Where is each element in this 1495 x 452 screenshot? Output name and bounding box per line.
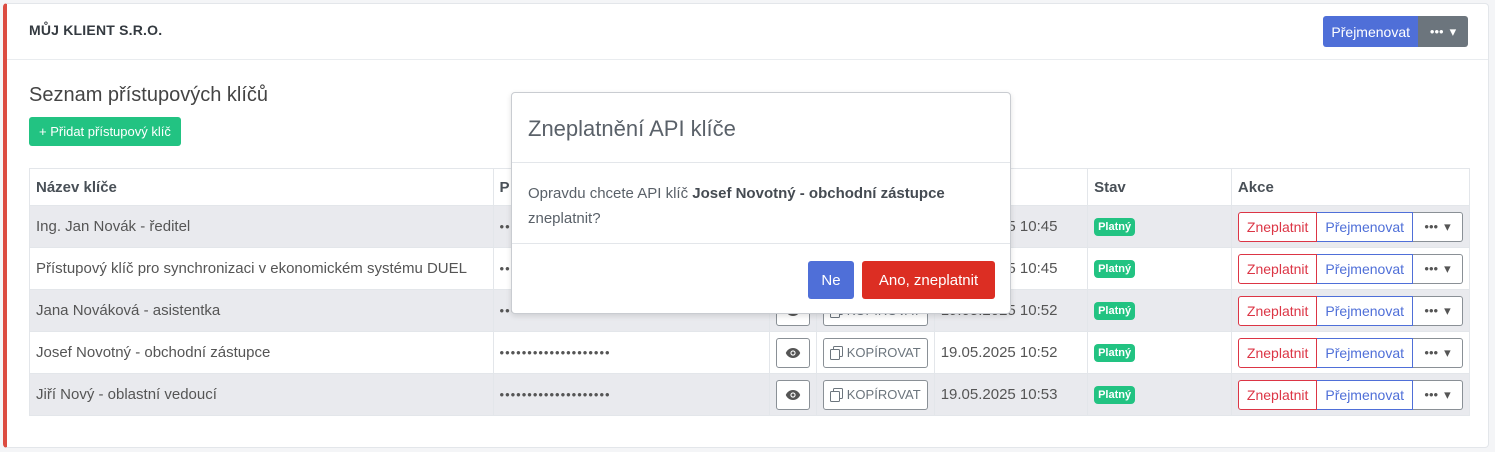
more-actions-button[interactable]: ••• ▾ [1418, 16, 1468, 47]
copy-icon [829, 345, 843, 360]
modal-body-key-name: Josef Novotný - obchodní zástupce [692, 185, 945, 202]
invalidate-button[interactable]: Zneplatnit [1237, 295, 1318, 326]
eye-icon [785, 347, 800, 358]
row-action-group: Zneplatnit Přejmenovat ••• ▾ [1237, 337, 1463, 368]
rename-client-button[interactable]: Přejmenovat [1323, 16, 1418, 47]
status-badge: Platný [1094, 386, 1136, 404]
confirm-invalidate-button[interactable]: Ano, zneplatnit [862, 261, 995, 299]
table-row: Jiří Nový - oblastní vedoucí •••••••••••… [29, 373, 1471, 416]
invalidate-button[interactable]: Zneplatnit [1237, 253, 1318, 284]
more-dots-icon: ••• [1424, 387, 1439, 402]
invalidate-button[interactable]: Zneplatnit [1237, 337, 1318, 368]
rename-button[interactable]: Přejmenovat [1317, 379, 1413, 410]
more-dots-icon: ••• [1424, 303, 1439, 318]
card-header: MŮJ KLIENT S.R.O. Přejmenovat ••• ▾ [7, 4, 1488, 60]
rename-button[interactable]: Přejmenovat [1317, 211, 1413, 242]
key-name: Jiří Nový - oblastní vedoucí [29, 373, 494, 416]
caret-down-icon: ▾ [1444, 302, 1451, 318]
client-name: MŮJ KLIENT S.R.O. [29, 22, 163, 38]
header-state: Stav [1087, 168, 1232, 206]
show-key-button[interactable] [775, 379, 810, 410]
row-action-group: Zneplatnit Přejmenovat ••• ▾ [1237, 379, 1463, 410]
copy-key-button[interactable]: KOPÍROVAT [822, 337, 928, 368]
state-cell: Platný [1087, 247, 1232, 290]
state-cell: Platný [1087, 331, 1232, 374]
cancel-button[interactable]: Ne [808, 261, 854, 299]
rename-button[interactable]: Přejmenovat [1317, 295, 1413, 326]
created-date: 19.05.2025 10:52 [933, 331, 1089, 374]
copy-cell: KOPÍROVAT [815, 373, 935, 416]
row-more-button[interactable]: ••• ▾ [1413, 253, 1463, 284]
invalidate-button[interactable]: Zneplatnit [1237, 379, 1318, 410]
key-masked-value: •••••••••••••••••••• [499, 345, 611, 360]
actions-cell: Zneplatnit Přejmenovat ••• ▾ [1230, 331, 1471, 374]
status-badge: Platný [1094, 260, 1136, 278]
row-action-group: Zneplatnit Přejmenovat ••• ▾ [1237, 295, 1463, 326]
table-row: Josef Novotný - obchodní zástupce ••••••… [29, 331, 1471, 374]
row-more-button[interactable]: ••• ▾ [1413, 337, 1463, 368]
more-dots-icon: ••• [1424, 219, 1439, 234]
created-date: 19.05.2025 10:53 [933, 373, 1089, 416]
key-name: Jana Nováková - asistentka [29, 289, 494, 332]
invalidate-modal: Zneplatnění API klíče Opravdu chcete API… [511, 92, 1011, 314]
add-key-button[interactable]: + Přidat přístupový klíč [29, 117, 181, 146]
header-actions: Akce [1230, 168, 1471, 206]
show-key-button[interactable] [775, 337, 810, 368]
more-dots-icon: ••• [1424, 261, 1439, 276]
key-name: Přístupový klíč pro synchronizaci v ekon… [29, 247, 494, 290]
key-name: Josef Novotný - obchodní zástupce [29, 331, 494, 374]
key-masked-value: •••••••••••••••••••• [499, 387, 611, 402]
caret-down-icon: ▾ [1444, 344, 1451, 360]
caret-down-icon: ▾ [1444, 260, 1451, 276]
section-title: Seznam přístupových klíčů [29, 84, 268, 106]
state-cell: Platný [1087, 373, 1232, 416]
copy-key-button[interactable]: KOPÍROVAT [822, 379, 928, 410]
status-badge: Platný [1094, 344, 1136, 362]
rename-button[interactable]: Přejmenovat [1317, 337, 1413, 368]
copy-icon [829, 387, 843, 402]
actions-cell: Zneplatnit Přejmenovat ••• ▾ [1230, 247, 1471, 290]
invalidate-button[interactable]: Zneplatnit [1237, 211, 1318, 242]
header-button-group: Přejmenovat ••• ▾ [1323, 16, 1468, 47]
more-dots-icon: ••• [1424, 345, 1439, 360]
more-dots-icon: ••• [1429, 24, 1444, 39]
status-badge: Platný [1094, 218, 1136, 236]
actions-cell: Zneplatnit Přejmenovat ••• ▾ [1230, 289, 1471, 332]
row-more-button[interactable]: ••• ▾ [1413, 379, 1463, 410]
eye-icon [785, 389, 800, 400]
key-value-cell: •••••••••••••••••••• [492, 331, 770, 374]
copy-label: KOPÍROVAT [846, 387, 921, 402]
caret-down-icon: ▾ [1444, 218, 1451, 234]
copy-label: KOPÍROVAT [846, 345, 921, 360]
rename-button[interactable]: Přejmenovat [1317, 253, 1413, 284]
caret-down-icon: ▾ [1444, 386, 1451, 402]
header-name: Název klíče [29, 168, 494, 206]
row-more-button[interactable]: ••• ▾ [1413, 295, 1463, 326]
row-more-button[interactable]: ••• ▾ [1413, 211, 1463, 242]
modal-footer: Ne Ano, zneplatnit [512, 244, 1010, 314]
actions-cell: Zneplatnit Přejmenovat ••• ▾ [1230, 373, 1471, 416]
show-cell [768, 331, 817, 374]
show-cell [768, 373, 817, 416]
modal-title: Zneplatnění API klíče [512, 93, 1010, 163]
row-action-group: Zneplatnit Přejmenovat ••• ▾ [1237, 211, 1463, 242]
client-card: MŮJ KLIENT S.R.O. Přejmenovat ••• ▾ Sezn… [3, 3, 1489, 448]
caret-down-icon: ▾ [1449, 23, 1457, 39]
actions-cell: Zneplatnit Přejmenovat ••• ▾ [1230, 205, 1471, 248]
row-action-group: Zneplatnit Přejmenovat ••• ▾ [1237, 253, 1463, 284]
key-value-cell: •••••••••••••••••••• [492, 373, 770, 416]
copy-cell: KOPÍROVAT [815, 331, 935, 374]
state-cell: Platný [1087, 289, 1232, 332]
state-cell: Platný [1087, 205, 1232, 248]
modal-body-prefix: Opravdu chcete API klíč [528, 185, 693, 202]
status-badge: Platný [1094, 302, 1136, 320]
key-name: Ing. Jan Novák - ředitel [29, 205, 494, 248]
modal-body-suffix: zneplatnit? [528, 210, 601, 227]
modal-body: Opravdu chcete API klíč Josef Novotný - … [512, 163, 1010, 244]
